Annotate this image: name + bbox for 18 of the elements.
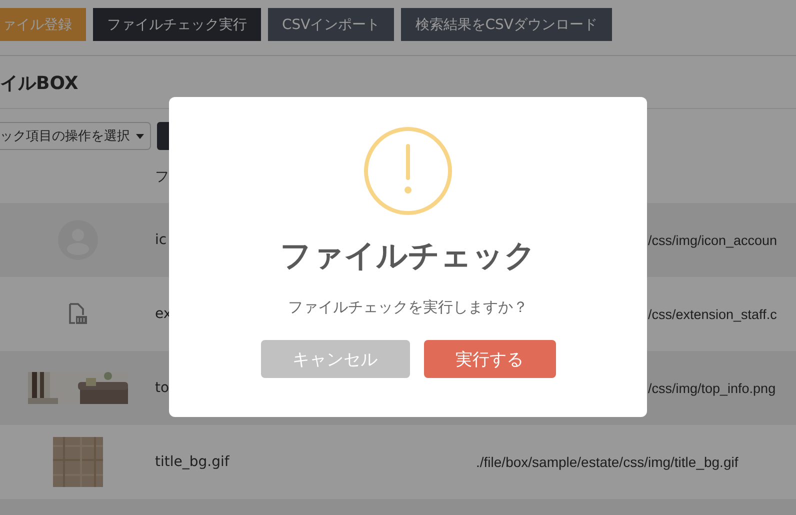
file-name: ic — [155, 232, 168, 248]
file-name: title_bg.gif — [155, 454, 230, 470]
dialog-message: ファイルチェックを実行しますか？ — [288, 298, 528, 317]
dialog-title: ファイルチェック — [280, 237, 536, 276]
toolbar-button[interactable]: ファイルチェック実行 — [93, 8, 261, 41]
confirm-button[interactable]: 実行する — [424, 340, 556, 378]
caret-icon — [136, 134, 144, 138]
css-file-icon — [68, 303, 88, 325]
bulk-action-dropdown[interactable]: ック項目の操作を選択 — [0, 122, 151, 150]
file-path: /css/img/top_info.png — [648, 380, 776, 396]
toolbar-button[interactable]: CSVインポート — [268, 8, 394, 41]
toolbar-button[interactable]: 検索結果をCSVダウンロード — [401, 8, 612, 41]
column-header: フ — [155, 168, 169, 186]
file-name: to — [155, 380, 170, 396]
warning-icon — [363, 126, 453, 216]
file-path: /css/extension_staff.c — [648, 306, 777, 322]
file-path: ./file/box/sample/estate/css/img/title_bg.gif — [476, 454, 738, 470]
file-path: /css/img/icon_accoun — [648, 232, 778, 248]
